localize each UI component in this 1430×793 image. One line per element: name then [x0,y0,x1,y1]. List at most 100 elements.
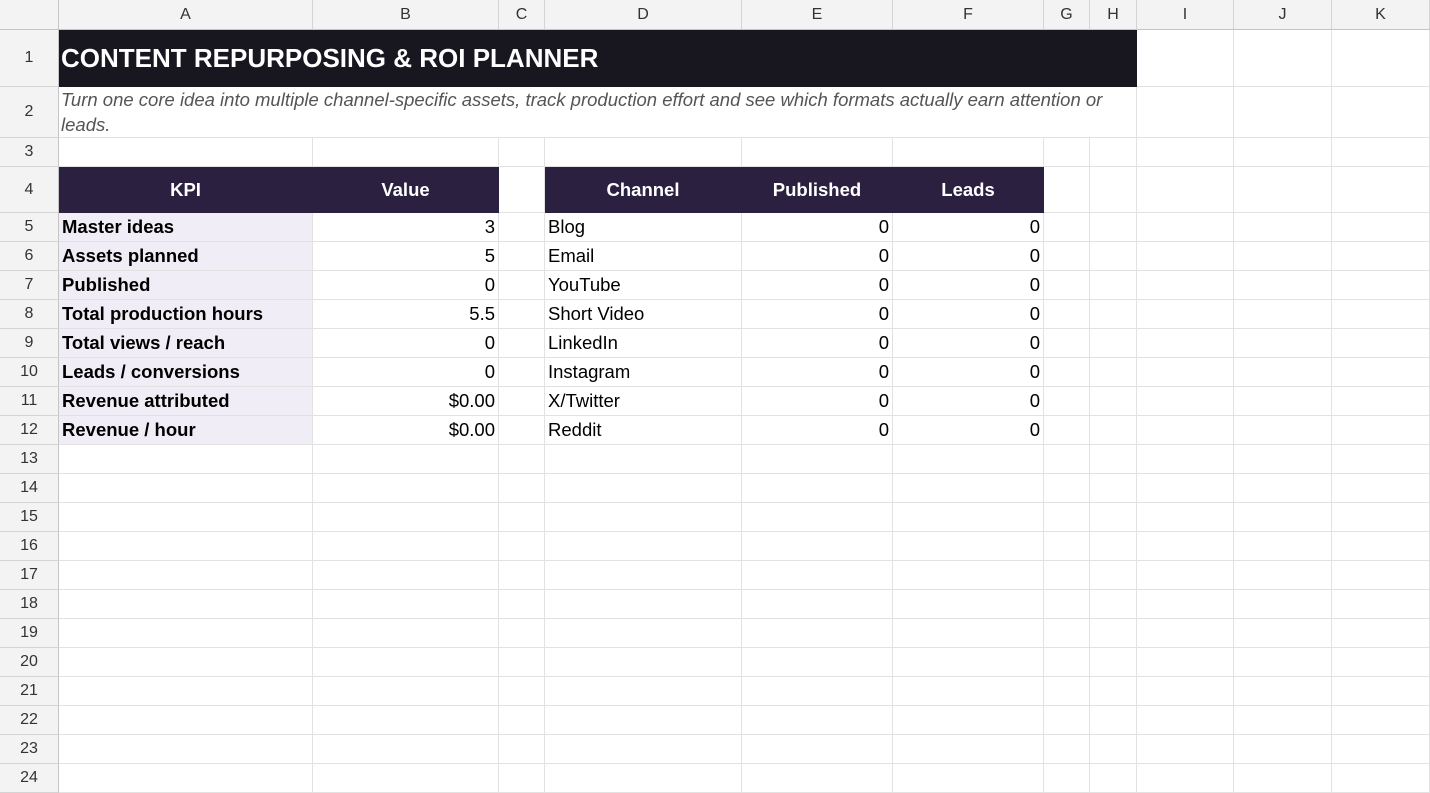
row-header-1[interactable]: 1 [0,30,59,87]
column-header-D[interactable]: D [545,0,742,30]
row-header-24[interactable]: 24 [0,764,59,793]
cell-B22[interactable] [313,706,499,735]
channel-name[interactable]: Blog [545,213,742,242]
cell-G5[interactable] [1044,213,1090,242]
row-header-10[interactable]: 10 [0,358,59,387]
cell-B15[interactable] [313,503,499,532]
channel-published[interactable]: 0 [742,213,893,242]
cell-C7[interactable] [499,271,545,300]
cell-H13[interactable] [1090,445,1137,474]
cell-K16[interactable] [1332,532,1430,561]
cell-I11[interactable] [1137,387,1234,416]
row-header-14[interactable]: 14 [0,474,59,503]
cell-E15[interactable] [742,503,893,532]
cell-E3[interactable] [742,138,893,167]
cell-C12[interactable] [499,416,545,445]
cell-J10[interactable] [1234,358,1332,387]
select-all-corner[interactable] [0,0,59,30]
cell-K21[interactable] [1332,677,1430,706]
row-header-15[interactable]: 15 [0,503,59,532]
kpi-value[interactable]: 0 [313,329,499,358]
cell-G8[interactable] [1044,300,1090,329]
kpi-table-header-value[interactable]: Value [313,167,499,213]
cell-K4[interactable] [1332,167,1430,213]
cell-A15[interactable] [59,503,313,532]
column-header-K[interactable]: K [1332,0,1430,30]
cell-E13[interactable] [742,445,893,474]
cell-J7[interactable] [1234,271,1332,300]
cell-G3[interactable] [1044,138,1090,167]
cell-K18[interactable] [1332,590,1430,619]
cell-K19[interactable] [1332,619,1430,648]
cell-I9[interactable] [1137,329,1234,358]
channel-leads[interactable]: 0 [893,358,1044,387]
cell-I24[interactable] [1137,764,1234,793]
kpi-value[interactable]: 0 [313,271,499,300]
cell-J24[interactable] [1234,764,1332,793]
cell-I23[interactable] [1137,735,1234,764]
channel-name[interactable]: Reddit [545,416,742,445]
cell-I20[interactable] [1137,648,1234,677]
cell-K8[interactable] [1332,300,1430,329]
cell-J15[interactable] [1234,503,1332,532]
row-header-2[interactable]: 2 [0,87,59,138]
channel-name[interactable]: X/Twitter [545,387,742,416]
column-header-C[interactable]: C [499,0,545,30]
cell-F13[interactable] [893,445,1044,474]
row-header-16[interactable]: 16 [0,532,59,561]
kpi-label[interactable]: Published [59,271,313,300]
cell-H14[interactable] [1090,474,1137,503]
cell-F15[interactable] [893,503,1044,532]
column-header-H[interactable]: H [1090,0,1137,30]
cell-F16[interactable] [893,532,1044,561]
cell-C21[interactable] [499,677,545,706]
cell-G4[interactable] [1044,167,1090,213]
cell-H20[interactable] [1090,648,1137,677]
cell-J19[interactable] [1234,619,1332,648]
row-header-11[interactable]: 11 [0,387,59,416]
cell-I4[interactable] [1137,167,1234,213]
cell-I1[interactable] [1137,30,1234,87]
cell-K9[interactable] [1332,329,1430,358]
cell-C17[interactable] [499,561,545,590]
cell-I6[interactable] [1137,242,1234,271]
cell-A16[interactable] [59,532,313,561]
cell-B14[interactable] [313,474,499,503]
cell-B23[interactable] [313,735,499,764]
cell-C6[interactable] [499,242,545,271]
cell-I10[interactable] [1137,358,1234,387]
cell-J9[interactable] [1234,329,1332,358]
cell-C8[interactable] [499,300,545,329]
kpi-value[interactable]: 5.5 [313,300,499,329]
channel-leads[interactable]: 0 [893,387,1044,416]
cell-G13[interactable] [1044,445,1090,474]
cell-A21[interactable] [59,677,313,706]
cell-K17[interactable] [1332,561,1430,590]
cell-G6[interactable] [1044,242,1090,271]
cell-A3[interactable] [59,138,313,167]
cell-I3[interactable] [1137,138,1234,167]
cell-J1[interactable] [1234,30,1332,87]
kpi-value[interactable]: 0 [313,358,499,387]
cell-A14[interactable] [59,474,313,503]
cell-H22[interactable] [1090,706,1137,735]
cell-I12[interactable] [1137,416,1234,445]
cell-F3[interactable] [893,138,1044,167]
cell-D19[interactable] [545,619,742,648]
cell-C11[interactable] [499,387,545,416]
cell-I16[interactable] [1137,532,1234,561]
cell-C5[interactable] [499,213,545,242]
cell-C3[interactable] [499,138,545,167]
row-header-19[interactable]: 19 [0,619,59,648]
cell-G23[interactable] [1044,735,1090,764]
cell-K11[interactable] [1332,387,1430,416]
cell-E19[interactable] [742,619,893,648]
column-header-G[interactable]: G [1044,0,1090,30]
cell-G15[interactable] [1044,503,1090,532]
cell-A23[interactable] [59,735,313,764]
row-header-23[interactable]: 23 [0,735,59,764]
cell-J18[interactable] [1234,590,1332,619]
cell-G14[interactable] [1044,474,1090,503]
cell-J13[interactable] [1234,445,1332,474]
kpi-value[interactable]: 5 [313,242,499,271]
